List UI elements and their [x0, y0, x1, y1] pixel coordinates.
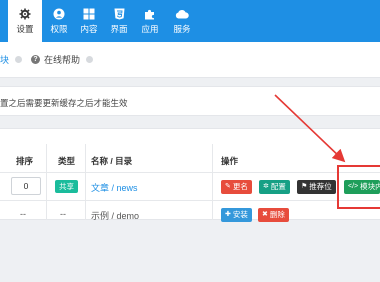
annotation-arrow [274, 94, 346, 163]
annotation-highlight-box [337, 165, 380, 209]
